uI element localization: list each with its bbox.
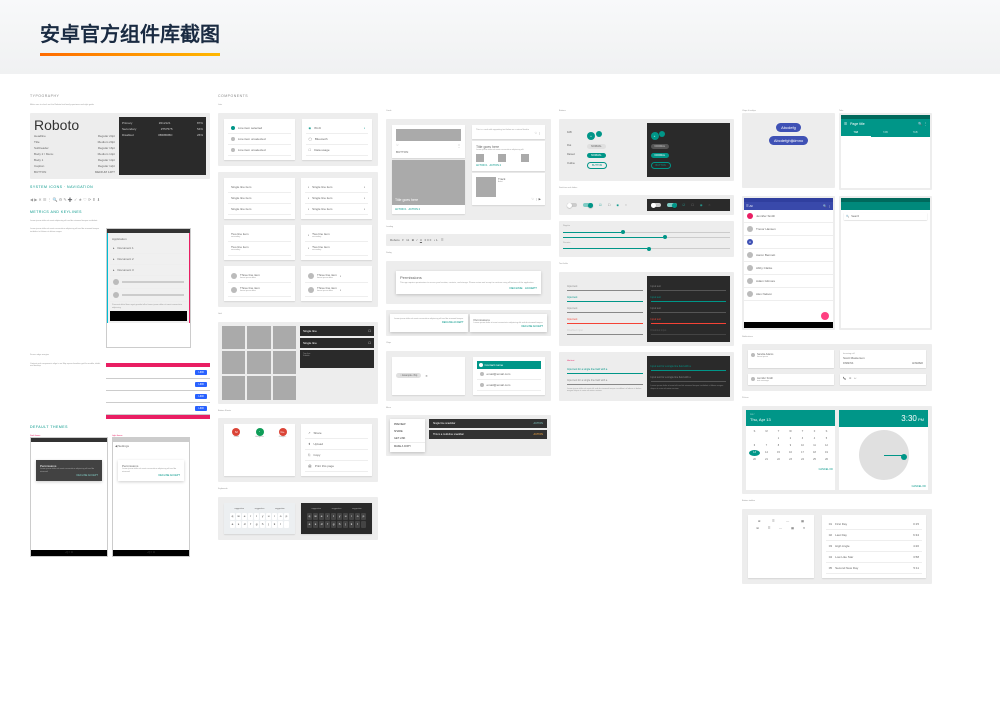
card[interactable]: TrackArtist ♡ ⋮ ▶ [472,173,545,205]
text-field-error[interactable]: Input text [567,316,643,324]
page-title: 安卓官方组件库截图 [40,18,220,47]
table-row[interactable]: 04Low Like Star3:58 [826,552,922,563]
slider[interactable] [563,237,730,238]
list-item[interactable]: ◉Wi-Fi▪ [306,123,369,134]
grid-panel: Single line ☐ Single line ☐ Two lineSubt… [218,322,378,404]
raised-button[interactable]: NORMAL [587,153,606,158]
phone-light-theme: ◀ Settings Permissions Lorem ipsum dolor… [112,437,190,557]
chip[interactable]: ○ Example chip [396,373,421,378]
screen-edge-label: Screen edge margins [30,354,210,357]
sliders-panel: Regular Discrete [559,221,734,257]
textfields-panel: Input text Input text Input text Input t… [559,272,734,346]
flat-button[interactable]: NORMAL [587,144,606,149]
component-canvas: TYPOGRAPHY Make sure to check out the Ro… [0,74,1000,714]
chip-speech: Abcdefghijklmno [769,136,808,145]
text-field-active[interactable]: Input text [567,294,643,302]
contacts-phone-panel: ☰ All 🔍 ⋮ Jennifer Smith Trevor Hansen A… [742,196,835,330]
list-item[interactable]: Line item unselected [228,145,291,156]
notification[interactable]: 📞✉↩ [840,374,926,386]
lists-panel: Line item selected Line item unselected … [218,113,378,166]
close-icon[interactable]: ✕ [425,374,428,378]
buttons-panel: FAB+ FlatNORMAL RaisedNORMAL OutlineBUTT… [559,119,734,181]
slider-discrete[interactable] [563,248,730,249]
metrics-label: METRICS AND KEYLINES [30,210,210,214]
slider[interactable] [563,232,730,233]
cards-panel: ♡⋮ BUTTON Title goes here ACTION 1 ACTIO… [386,119,551,220]
card[interactable]: ♡⋮ BUTTON [392,125,465,158]
keyboard-light[interactable]: qwertyuiop asdfghjkl [228,511,291,530]
menu-panel: PREVIEW SHARE GET LINK MAKE A COPY Singl… [386,415,551,456]
search-input[interactable]: 🔍 Search [844,213,927,220]
pickers-panel: 2017Thu, Apr 13 SMTWTFS 12345 6789101112… [742,406,932,494]
menu[interactable]: PREVIEW SHARE GET LINK MAKE A COPY [390,419,425,452]
tabs-panel: ☰ Page title 🔍 ⋮ TABTABTAB [839,113,932,190]
bottomsheet-panel: MGmail "Hangouts G+Google+ ↗Share ⬆Uploa… [218,418,378,482]
typography-label: TYPOGRAPHY [30,94,210,98]
card[interactable]: Title goes here Lorem ipsum dolor sit am… [472,141,545,171]
text-field-disabled: Disabled input [567,327,643,335]
fab-button[interactable]: + [587,132,595,140]
typo-button: BUTTONMEDIUM 14PT [34,169,115,175]
notification[interactable]: Sandra Adamslorem ipsum [748,350,834,368]
icon-row: ◀ ▶ ✕ ☰ ⋮ 🔍 ⚙ ✎ ➕ ✓ ★ ♡ ⟳ ⬆ ⬇ [30,195,210,204]
notification[interactable]: Jennifer Smithtext message [748,374,834,386]
dialog[interactable]: Permissions This app requires permission… [396,271,541,295]
table-row[interactable]: 02Last Day6:34 [826,530,922,541]
page-header: 安卓官方组件库截图 [0,0,1000,74]
snackbar-multi: This is a multi-line snackbarACTION [429,430,547,439]
text-field[interactable]: Input text [567,283,643,291]
typography-panel: Roboto HeadlineRegular 24pt TitleMedium … [30,113,210,179]
font-specimen: Roboto [34,117,115,133]
table-row[interactable]: 03High Angle4:20 [826,541,922,552]
switch-on[interactable] [583,203,593,207]
snackbar: Single line snackbarACTION [429,419,547,428]
list-item[interactable]: Line item unselected [228,134,291,145]
metrics-desc: Lorem ipsum dolor sit amet adipiscing el… [30,220,210,223]
phone-dark-theme: ◀ Settings Permissions Lorem ipsum dolor… [30,437,108,557]
list-item[interactable]: Line item selected [228,123,291,134]
outline-button[interactable]: BUTTON [587,162,607,169]
card[interactable]: This is a card with supporting text belo… [472,125,545,140]
table-row[interactable]: 01First Day0:15 [826,519,922,530]
notifications-panel: Sandra Adamslorem ipsum Incoming callSco… [742,344,932,391]
chip-speech: Abcdefg [776,123,801,132]
lists-panel-2: Single line itemSingle line itemSingle l… [218,172,378,307]
loading-panel: Roboto ▾ 11 B I U ≡ ≡ ≡ • 1. ☰ [386,234,551,246]
table-row[interactable]: 05Second New Day5:11 [826,563,922,574]
dark-row-3: Disabled#BDBDBD26% [122,132,203,138]
dialog-panel-2: Lorem ipsum dolor sit amet consectetur a… [386,310,551,336]
dialog-panel: Permissions This app requires permission… [386,261,551,305]
date-picker[interactable]: 2017Thu, Apr 13 SMTWTFS 12345 6789101112… [746,410,835,490]
themes-label: DEFAULT THEMES [30,425,210,429]
margin-demo: LINK LINK LINK LINK [106,363,210,419]
text-field[interactable]: Input text [567,305,643,313]
components-label: COMPONENTS [218,94,378,98]
phone-metrics: Application ▸Document 1 ▸Document 2 ▸Doc… [106,228,191,348]
keyboard-panel: suggestionsuggestionsuggestion qwertyuio… [218,497,378,540]
typo-desc: Make sure to check out the Roboto font f… [30,104,210,107]
annot-text: Lorem ipsum dolor sit amet consectetur a… [30,228,102,348]
fab-button[interactable] [821,312,829,320]
annot-2: Content and components align to an 8dp s… [30,363,102,419]
list-item[interactable]: ◯Bluetooth [306,134,369,145]
search-phone-panel: 🔍 Search [839,196,932,330]
list-item[interactable]: ☐Data usage [306,145,369,156]
switch-off[interactable] [567,203,577,207]
keyboard-dark[interactable]: qwertyuiop asdfghjkl [305,511,368,530]
chips-panel: ○ Example chip ✕ Contact name email@emai… [386,351,551,401]
textfields-desc-panel: Hint text Input text for a single line f… [559,352,734,401]
card-media[interactable]: Title goes here ACTION 1 ACTION 2 [392,160,465,214]
notification-call[interactable]: Incoming callScott MastersonDISMISSANSWE… [840,350,926,368]
bottom-toolbar-panel: ⊞☰⋯▦ ⊞☰⋯▦✕ 01First Day0:15 02Last Day6:3… [742,509,932,584]
switches-panel: ☑☐◉○ ☑☐◉○ [559,195,734,215]
chips-speech-panel: Abcdefg Abcdefghijklmno [742,113,835,188]
icons-label: SYSTEM ICONS · NAVIGATION [30,185,210,189]
time-picker[interactable]: 3:30 PM CANCEL OK [839,410,928,490]
